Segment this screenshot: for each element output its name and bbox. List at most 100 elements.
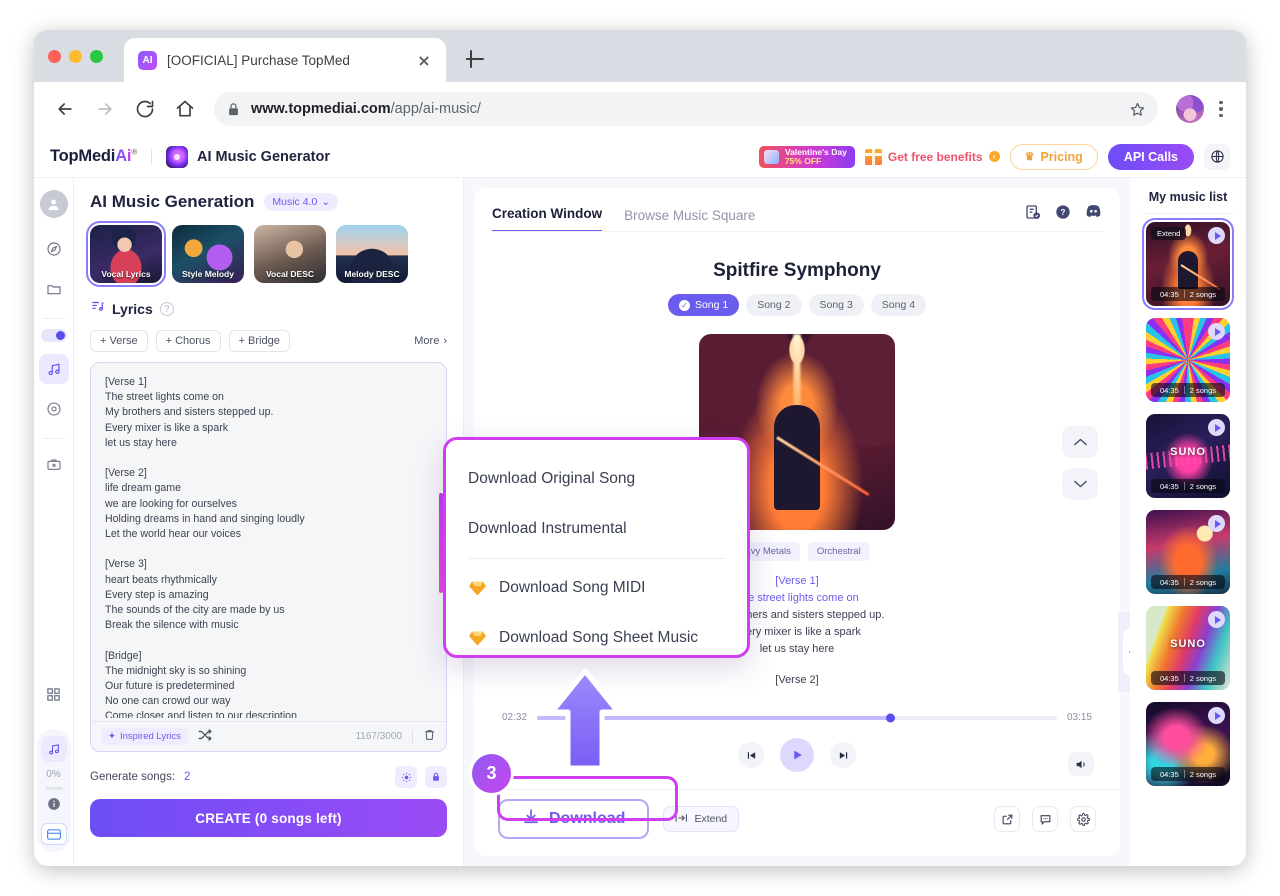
model-selector[interactable]: Music 4.0 ⌄ (264, 193, 339, 211)
sidebar-item-explore[interactable] (39, 234, 69, 264)
language-button[interactable] (1204, 143, 1230, 170)
sidebar-item-apps-grid[interactable] (39, 679, 69, 709)
style-card-vocal-desc[interactable]: Vocal DESC (254, 225, 326, 283)
previous-song-button[interactable] (1062, 426, 1098, 458)
tab-browse-music-square[interactable]: Browse Music Square (624, 208, 755, 232)
download-instrumental-item[interactable]: Download Instrumental (446, 504, 747, 554)
song-pill-1[interactable]: ✓ Song 1 (667, 294, 740, 316)
lock-icon[interactable] (425, 766, 447, 788)
pricing-button[interactable]: ♛ Pricing (1009, 143, 1098, 170)
music-list-item[interactable]: 04:35 2 songs (1146, 702, 1230, 786)
inspired-lyrics-button[interactable]: ✦ Inspired Lyrics (101, 728, 188, 745)
browser-tab[interactable]: AI [OOFICIAL] Purchase TopMed (124, 38, 446, 82)
close-window-button[interactable] (48, 50, 61, 63)
music-list-item[interactable]: Extend 04:35 2 songs (1142, 218, 1234, 310)
settings-gear-icon[interactable] (395, 766, 417, 788)
user-avatar-icon[interactable] (39, 190, 68, 218)
info-icon[interactable] (47, 797, 61, 816)
shuffle-icon[interactable] (198, 729, 212, 744)
usage-pill: 0% (36, 729, 71, 852)
forward-button[interactable] (88, 92, 122, 126)
discord-icon[interactable] (1085, 204, 1102, 225)
play-button[interactable] (780, 738, 814, 772)
add-bridge-button[interactable]: + Bridge (228, 330, 290, 352)
address-bar[interactable]: www.topmediai.com/app/ai-music/ (214, 92, 1158, 126)
reload-button[interactable] (128, 92, 162, 126)
profile-avatar[interactable] (1176, 95, 1204, 123)
style-card-vocal-lyrics[interactable]: Vocal Lyrics (86, 221, 166, 287)
download-original-song-item[interactable]: Download Original Song (446, 454, 747, 504)
next-track-button[interactable] (830, 742, 856, 768)
add-verse-button[interactable]: + Verse (90, 330, 148, 352)
sidebar-item-toolbox[interactable] (39, 449, 69, 479)
delete-lyrics-icon[interactable] (423, 728, 436, 745)
lyrics-label: Lyrics (112, 300, 153, 317)
center-tabs: Creation Window Browse Music Square ? (474, 188, 1120, 232)
share-icon[interactable] (994, 806, 1020, 832)
play-icon[interactable] (1208, 611, 1225, 628)
api-calls-button[interactable]: API Calls (1107, 143, 1194, 170)
download-sheet-music-item[interactable]: Download Song Sheet Music (446, 613, 747, 663)
music-list-item[interactable]: SUNO 04:35 2 songs (1146, 414, 1230, 498)
lock-icon (226, 102, 241, 117)
rail-bottom-group: 0% (36, 679, 71, 866)
song-pill-3[interactable]: Song 3 (808, 294, 864, 316)
song-pill-4[interactable]: Song 4 (870, 294, 927, 316)
play-icon[interactable] (1208, 419, 1225, 436)
lyrics-textarea[interactable]: [Verse 1] The street lights come on My b… (91, 363, 446, 718)
tab-creation-window[interactable]: Creation Window (492, 206, 603, 232)
help-icon[interactable]: ? (159, 301, 174, 316)
new-tab-button[interactable] (462, 46, 488, 72)
app-logo[interactable]: TopMediAi® (50, 147, 137, 166)
sidebar-item-disc[interactable] (39, 394, 69, 424)
promo-banner[interactable]: Valentine's Day 75% OFF (758, 145, 855, 168)
lyrics-input-box[interactable]: [Verse 1] The street lights come on My b… (90, 362, 447, 752)
next-song-button[interactable] (1062, 468, 1098, 500)
download-options-dropdown[interactable]: Download Original Song Download Instrume… (443, 437, 750, 658)
play-icon[interactable] (1208, 707, 1225, 724)
item-meta: 04:35 2 songs (1151, 575, 1225, 589)
progress-knob[interactable] (886, 713, 896, 722)
generate-songs-value: 2 (184, 771, 191, 783)
settings-gear-icon[interactable] (1070, 806, 1096, 832)
more-tags-button[interactable]: More › (414, 335, 447, 347)
genre-tag[interactable]: Orchestral (807, 542, 870, 561)
item-duration: 04:35 (1159, 481, 1179, 491)
back-button[interactable] (48, 92, 82, 126)
comment-icon[interactable] (1032, 806, 1058, 832)
volume-button[interactable] (1068, 752, 1094, 776)
chevron-right-icon: › (443, 335, 447, 347)
style-card-label: Style Melody (182, 269, 234, 279)
bookmark-star-icon[interactable] (1129, 101, 1146, 118)
music-list-title: My music list (1148, 190, 1228, 204)
music-list-item[interactable]: SUNO 04:35 2 songs (1146, 606, 1230, 690)
free-benefits-button[interactable]: Get free benefits › (864, 148, 1000, 165)
add-chorus-button[interactable]: + Chorus (155, 330, 221, 352)
song-pill-2[interactable]: Song 2 (746, 294, 802, 316)
music-list-item[interactable]: 04:35 2 songs (1146, 318, 1230, 402)
sidebar-item-music[interactable] (38, 354, 69, 384)
style-card-melody-desc[interactable]: Melody DESC (336, 225, 408, 283)
create-button[interactable]: CREATE (0 songs left) (90, 799, 447, 837)
maximize-window-button[interactable] (90, 50, 103, 63)
style-card-style-melody[interactable]: Style Melody (172, 225, 244, 283)
theme-toggle[interactable] (40, 329, 67, 342)
play-icon[interactable] (1208, 515, 1225, 532)
meta-divider (1183, 290, 1185, 298)
download-button-highlight (497, 776, 678, 821)
billing-card-icon[interactable] (40, 823, 67, 845)
meta-divider (1183, 674, 1185, 682)
download-song-midi-item[interactable]: Download Song MIDI (446, 563, 747, 613)
help-circle-icon[interactable]: ? (1055, 204, 1071, 225)
minimize-window-button[interactable] (69, 50, 82, 63)
play-icon[interactable] (1208, 227, 1225, 244)
previous-track-button[interactable] (738, 742, 764, 768)
sidebar-item-folder[interactable] (39, 274, 69, 304)
task-list-icon[interactable] (1025, 204, 1041, 225)
music-list-item[interactable]: 04:35 2 songs (1146, 510, 1230, 594)
gem-icon (468, 630, 487, 647)
browser-menu-button[interactable] (1210, 95, 1232, 123)
home-button[interactable] (168, 92, 202, 126)
play-icon[interactable] (1208, 323, 1225, 340)
close-tab-icon[interactable] (414, 50, 434, 70)
